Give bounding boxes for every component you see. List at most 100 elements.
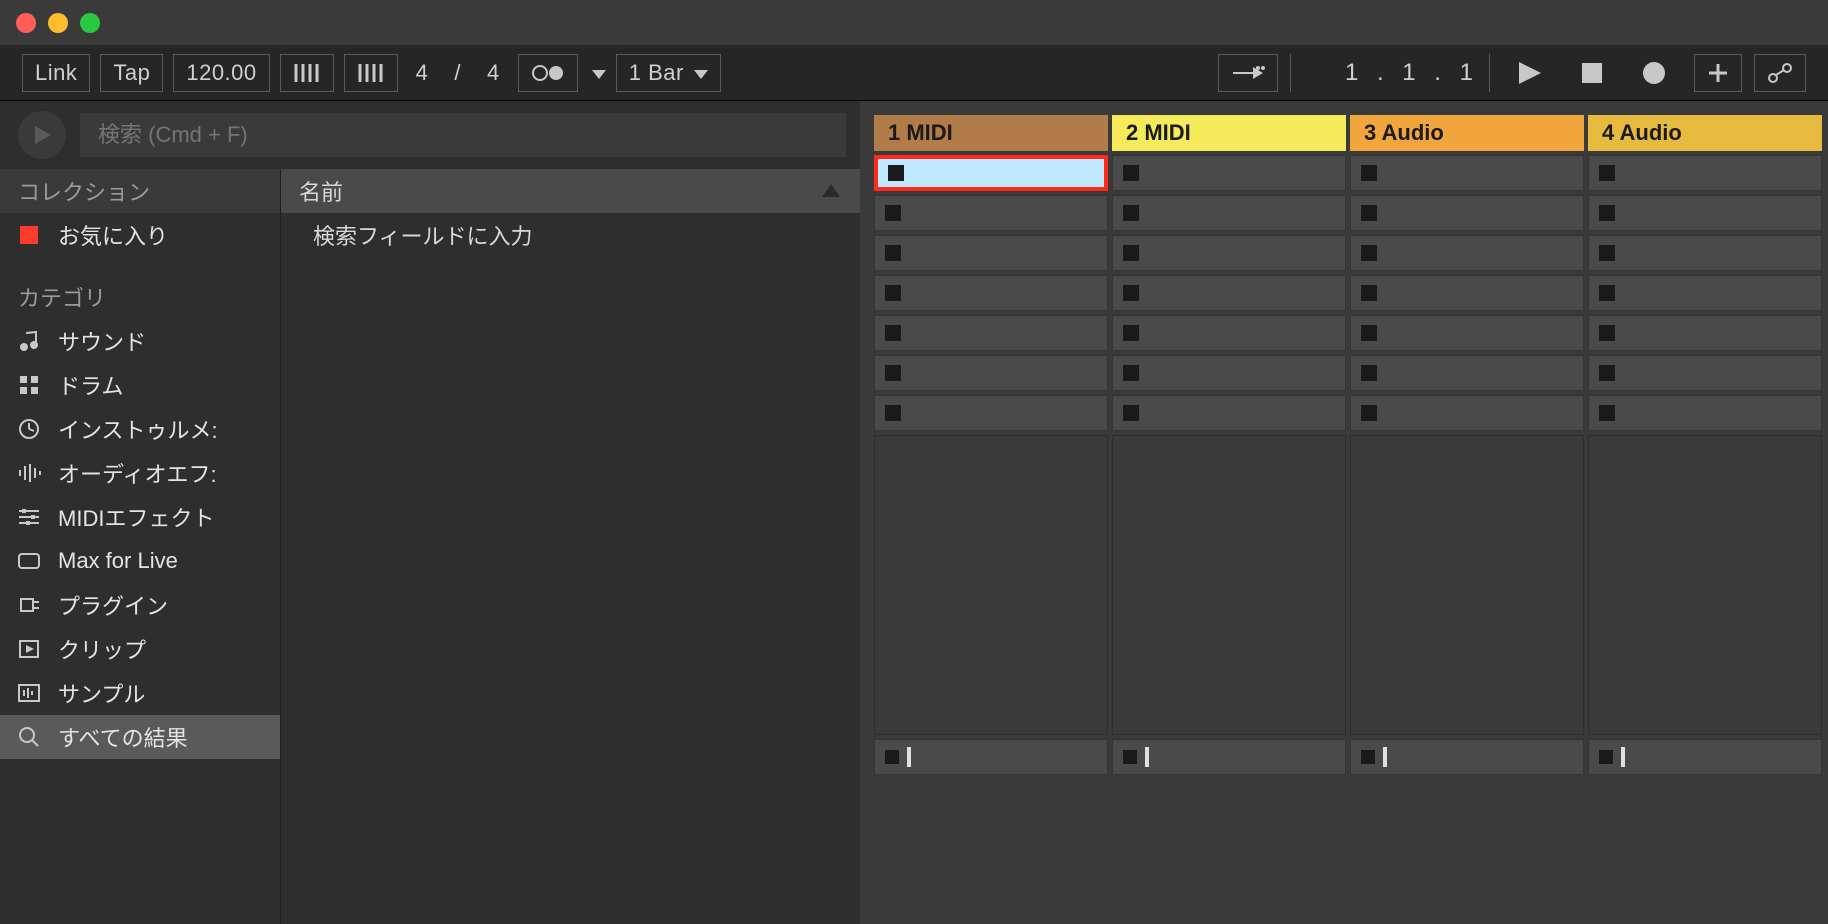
link-button[interactable]: Link [22,54,90,92]
wave-icon [14,458,44,488]
clip-slot[interactable] [1588,195,1822,231]
midi-overdub-button[interactable] [1694,54,1742,92]
empty-area [874,435,1108,735]
clip-slot[interactable] [874,275,1108,311]
clip-slot[interactable] [1112,235,1346,271]
category-item[interactable]: オーディオエフ: [0,451,280,495]
sliders-icon [14,502,44,532]
stop-icon [1599,750,1613,764]
stop-button[interactable] [1572,54,1612,92]
follow-button[interactable] [1218,54,1278,92]
arrangement-position[interactable]: 1 . 1 . 1 [1290,54,1490,92]
category-item[interactable]: MIDIエフェクト [0,495,280,539]
clip-stop-icon [1599,405,1615,421]
clip-stop-icon [1361,365,1377,381]
track-header[interactable]: 4 Audio [1588,115,1822,151]
clip-slot[interactable] [1112,195,1346,231]
clip-stop-icon [885,325,901,341]
category-label: ドラム [58,369,123,401]
clip-stop-icon [885,365,901,381]
track-header[interactable]: 1 MIDI [874,115,1108,151]
window-maximize-button[interactable] [80,13,100,33]
clip-slot[interactable] [874,155,1108,191]
tap-tempo-button[interactable]: Tap [100,54,163,92]
clip-slot[interactable] [1588,155,1822,191]
clip-slot[interactable] [1350,235,1584,271]
category-item[interactable]: Max for Live [0,539,280,583]
time-sig-separator: / [446,54,469,92]
empty-area [1112,435,1346,735]
clip-stop-icon [1361,245,1377,261]
clip-slot[interactable] [1350,195,1584,231]
search-input[interactable] [80,113,846,157]
clip-slot[interactable] [1350,275,1584,311]
category-item[interactable]: インストゥルメ: [0,407,280,451]
preview-play-button[interactable] [18,111,66,159]
play-button[interactable] [1510,54,1550,92]
clip-slot[interactable] [1112,155,1346,191]
track-header[interactable]: 3 Audio [1350,115,1584,151]
clip-slot[interactable] [1112,355,1346,391]
grid-icon [14,370,44,400]
scene-stop-slot[interactable] [1588,739,1822,775]
chevron-down-icon [694,60,708,86]
clip-slot[interactable] [874,195,1108,231]
time-sig-denominator[interactable]: 4 [479,54,508,92]
favorites-item[interactable]: お気に入り [0,213,280,257]
clip-slot[interactable] [874,355,1108,391]
quantize-menu[interactable]: 1 Bar [616,54,721,92]
note-icon [14,326,44,356]
name-column-header[interactable]: 名前 [281,169,860,213]
clip-slot[interactable] [1112,275,1346,311]
clip-stop-icon [1599,285,1615,301]
category-item[interactable]: ドラム [0,363,280,407]
category-item[interactable]: サンプル [0,671,280,715]
nudge-up-button[interactable] [344,54,398,92]
category-item[interactable]: サウンド [0,319,280,363]
clip-slot[interactable] [1112,395,1346,431]
metronome-menu-icon[interactable] [592,60,606,86]
clip-slot[interactable] [1350,315,1584,351]
clip-stop-icon [1123,365,1139,381]
all-results-item[interactable]: すべての結果 [0,715,280,759]
clip-slot[interactable] [1350,355,1584,391]
nudge-down-button[interactable] [280,54,334,92]
name-header-label: 名前 [299,175,343,207]
insert-marker-icon [1621,747,1625,767]
metronome-button[interactable] [518,54,578,92]
clip-slot[interactable] [1588,235,1822,271]
empty-area [1588,435,1822,735]
clip-stop-icon [1123,405,1139,421]
clip-slot[interactable] [1588,315,1822,351]
category-item[interactable]: プラグイン [0,583,280,627]
clip-slot[interactable] [1350,395,1584,431]
clip-stop-icon [885,245,901,261]
clip-slot[interactable] [1588,395,1822,431]
track-header[interactable]: 2 MIDI [1112,115,1346,151]
window-minimize-button[interactable] [48,13,68,33]
play-rect-icon [14,634,44,664]
rect-icon [14,546,44,576]
clip-slot[interactable] [1112,315,1346,351]
automation-arm-button[interactable] [1754,54,1806,92]
clip-slot[interactable] [1588,275,1822,311]
session-view: 1 MIDI2 MIDI3 Audio4 Audio [860,101,1828,924]
category-item[interactable]: クリップ [0,627,280,671]
clip-slot[interactable] [1588,355,1822,391]
tempo-field[interactable]: 120.00 [173,54,269,92]
clip-stop-icon [1123,165,1139,181]
clip-stop-icon [1599,205,1615,221]
scene-stop-slot[interactable] [874,739,1108,775]
record-button[interactable] [1634,54,1674,92]
category-label: クリップ [58,633,146,665]
clip-stop-icon [1123,285,1139,301]
window-close-button[interactable] [16,13,36,33]
time-sig-numerator[interactable]: 4 [408,54,437,92]
scene-stop-slot[interactable] [1112,739,1346,775]
clip-stop-icon [1599,165,1615,181]
clip-slot[interactable] [874,315,1108,351]
clip-slot[interactable] [1350,155,1584,191]
clip-slot[interactable] [874,235,1108,271]
scene-stop-slot[interactable] [1350,739,1584,775]
clip-slot[interactable] [874,395,1108,431]
